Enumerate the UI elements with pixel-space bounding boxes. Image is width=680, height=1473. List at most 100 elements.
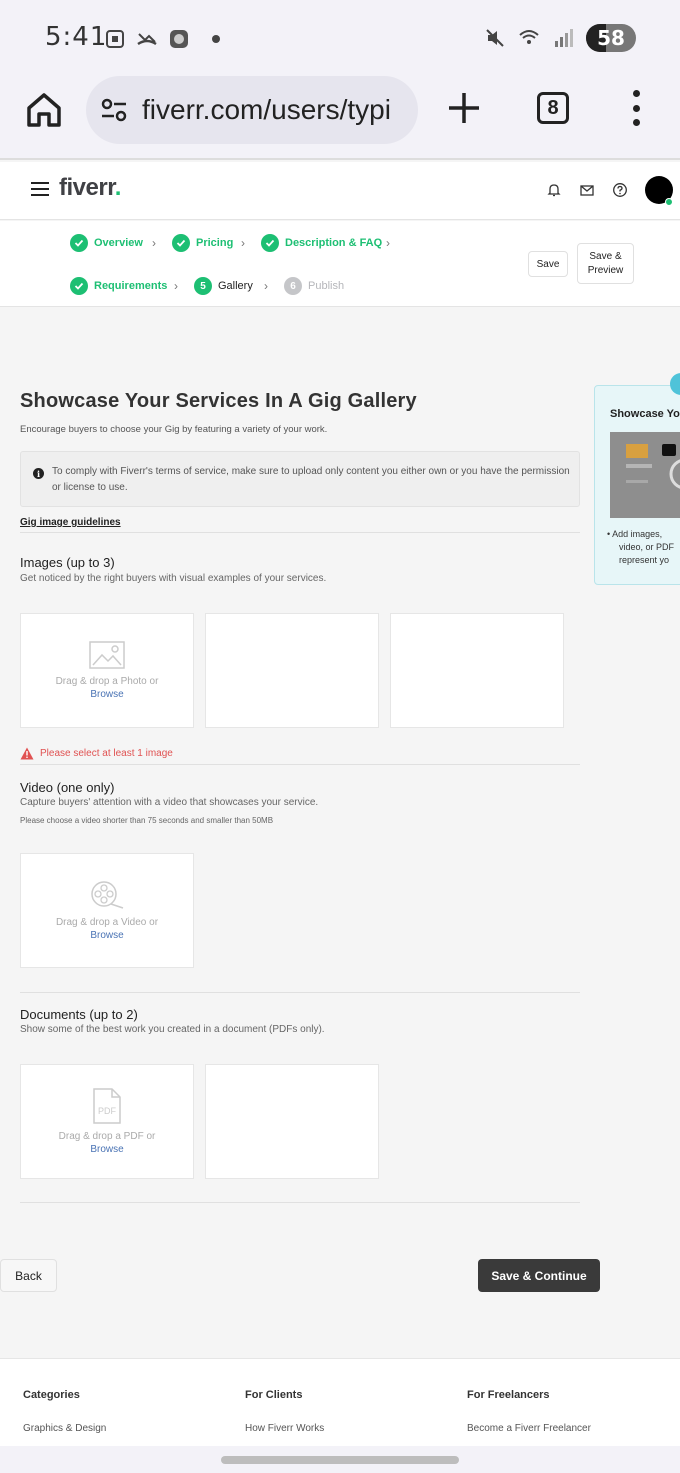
step-publish[interactable]: 6 Publish (284, 277, 344, 295)
battery-level: 58 (597, 26, 625, 50)
chevron-right-icon: › (174, 279, 178, 293)
missed-call-icon (137, 33, 157, 46)
step-label: Publish (308, 280, 345, 292)
bell-icon[interactable] (546, 182, 562, 198)
showcase-tip-card: Showcase Yo • Add images, video, or PDF … (594, 385, 680, 585)
site-header: fiverr. (0, 162, 680, 220)
status-system-icons: 58 (484, 24, 636, 52)
signal-icon (555, 29, 573, 47)
document-dropzone-1[interactable]: PDF Drag & drop a PDF or Browse (20, 1064, 194, 1179)
back-button[interactable]: Back (0, 1259, 57, 1292)
browser-toolbar: fiverr.com/users/typi 8 (0, 76, 680, 160)
step-label: Gallery (218, 280, 253, 292)
step-pricing[interactable]: Pricing (172, 234, 233, 252)
video-dropzone[interactable]: Drag & drop a Video or Browse (20, 853, 194, 968)
notice-text: To comply with Fiverr's terms of service… (52, 466, 570, 493)
warning-icon (20, 747, 34, 760)
check-icon (172, 234, 190, 252)
video-section-note: Please choose a video shorter than 75 se… (20, 816, 274, 825)
footer-column-title: Categories (23, 1389, 80, 1401)
divider (20, 764, 580, 765)
footer-link[interactable]: Become a Fiverr Freelancer (467, 1423, 591, 1434)
browse-link[interactable]: Browse (90, 930, 123, 941)
pdf-icon: PDF (93, 1088, 121, 1124)
gig-steps-nav: Overview › Pricing › Description & FAQ ›… (0, 221, 680, 307)
image-dropzone-3[interactable] (390, 613, 564, 728)
documents-section-desc: Show some of the best work you created i… (20, 1024, 325, 1035)
browse-link[interactable]: Browse (90, 1144, 123, 1155)
tip-line: represent yo (619, 555, 670, 565)
save-continue-button[interactable]: Save & Continue (478, 1259, 600, 1292)
info-icon: i (33, 468, 44, 479)
page-subtitle: Encourage buyers to choose your Gig by f… (20, 424, 328, 435)
svg-text:PDF: PDF (98, 1106, 117, 1116)
chevron-right-icon: › (386, 236, 390, 250)
documents-section-title: Documents (up to 2) (20, 1007, 138, 1022)
footer-column-clients: For Clients How Fiverr Works (245, 1389, 324, 1434)
terms-notice: i To comply with Fiverr's terms of servi… (20, 451, 580, 507)
step-gallery[interactable]: 5 Gallery (194, 277, 253, 295)
logo-text: fiverr (59, 174, 115, 201)
browser-menu-button[interactable] (626, 90, 646, 126)
home-icon[interactable] (24, 90, 64, 130)
images-error-message: Please select at least 1 image (20, 747, 173, 760)
new-tab-icon[interactable] (446, 90, 482, 126)
example-thumbnail (610, 432, 680, 518)
divider (20, 992, 580, 993)
step-overview[interactable]: Overview (70, 234, 143, 252)
footer-link[interactable]: Graphics & Design (23, 1423, 106, 1434)
notification-dot (212, 35, 220, 43)
battery-icon: 58 (586, 24, 636, 52)
divider (20, 532, 580, 533)
fiverr-logo[interactable]: fiverr. (59, 174, 121, 202)
images-section-title: Images (up to 3) (20, 555, 115, 570)
footer-column-title: For Clients (245, 1389, 303, 1401)
gallery-form: Showcase Your Services In A Gig Gallery … (20, 390, 580, 1203)
step-requirements[interactable]: Requirements (70, 277, 167, 295)
status-bar: 5:41 58 (0, 0, 680, 76)
app-icon (170, 30, 188, 48)
gig-image-guidelines-link[interactable]: Gig image guidelines (20, 517, 121, 528)
step-description-faq[interactable]: Description & FAQ (261, 234, 382, 252)
document-dropzone-2[interactable] (205, 1064, 379, 1179)
status-notification-icons (104, 28, 220, 50)
site-settings-icon[interactable] (100, 96, 128, 124)
tip-line: • Add images, (607, 529, 663, 539)
status-time: 5:41 (45, 22, 108, 52)
address-bar[interactable]: fiverr.com/users/typi (86, 76, 418, 144)
browse-link[interactable]: Browse (90, 689, 123, 700)
mail-icon[interactable] (579, 182, 595, 198)
step-label: Pricing (196, 237, 234, 249)
footer-column-freelancers: For Freelancers Become a Fiverr Freelanc… (467, 1389, 591, 1434)
step-number: 6 (284, 277, 302, 295)
help-icon[interactable] (612, 182, 628, 198)
save-preview-button[interactable]: Save & Preview (577, 243, 634, 284)
check-icon (70, 234, 88, 252)
mute-icon (486, 29, 504, 47)
logo-dot: . (114, 174, 122, 201)
error-text: Please select at least 1 image (40, 748, 173, 759)
tab-switcher-button[interactable]: 8 (537, 92, 569, 124)
screenshot-icon (106, 30, 124, 48)
footer-link[interactable]: How Fiverr Works (245, 1423, 324, 1434)
image-dropzone-2[interactable] (205, 613, 379, 728)
gesture-navigation-bar[interactable] (221, 1456, 459, 1464)
check-icon (70, 277, 88, 295)
tip-line: video, or PDF (619, 542, 675, 552)
page-title: Showcase Your Services In A Gig Gallery (20, 390, 417, 412)
film-reel-icon (91, 881, 124, 909)
video-section-desc: Capture buyers' attention with a video t… (20, 797, 319, 808)
save-button[interactable]: Save (528, 251, 568, 277)
image-dropzone-1[interactable]: Drag & drop a Photo or Browse (20, 613, 194, 728)
video-section-title: Video (one only) (20, 780, 115, 795)
chevron-right-icon: › (264, 279, 268, 293)
divider (20, 1202, 580, 1203)
step-label: Requirements (94, 280, 168, 292)
dropzone-text: Drag & drop a Photo or (55, 676, 159, 687)
url-text: fiverr.com/users/typi (142, 94, 391, 125)
hamburger-menu-icon[interactable] (31, 182, 49, 196)
footer-column-categories: Categories Graphics & Design (23, 1389, 106, 1434)
chevron-right-icon: › (152, 236, 156, 250)
tip-text: • Add images, video, or PDF represent yo (607, 528, 674, 567)
online-status-dot (665, 198, 673, 206)
